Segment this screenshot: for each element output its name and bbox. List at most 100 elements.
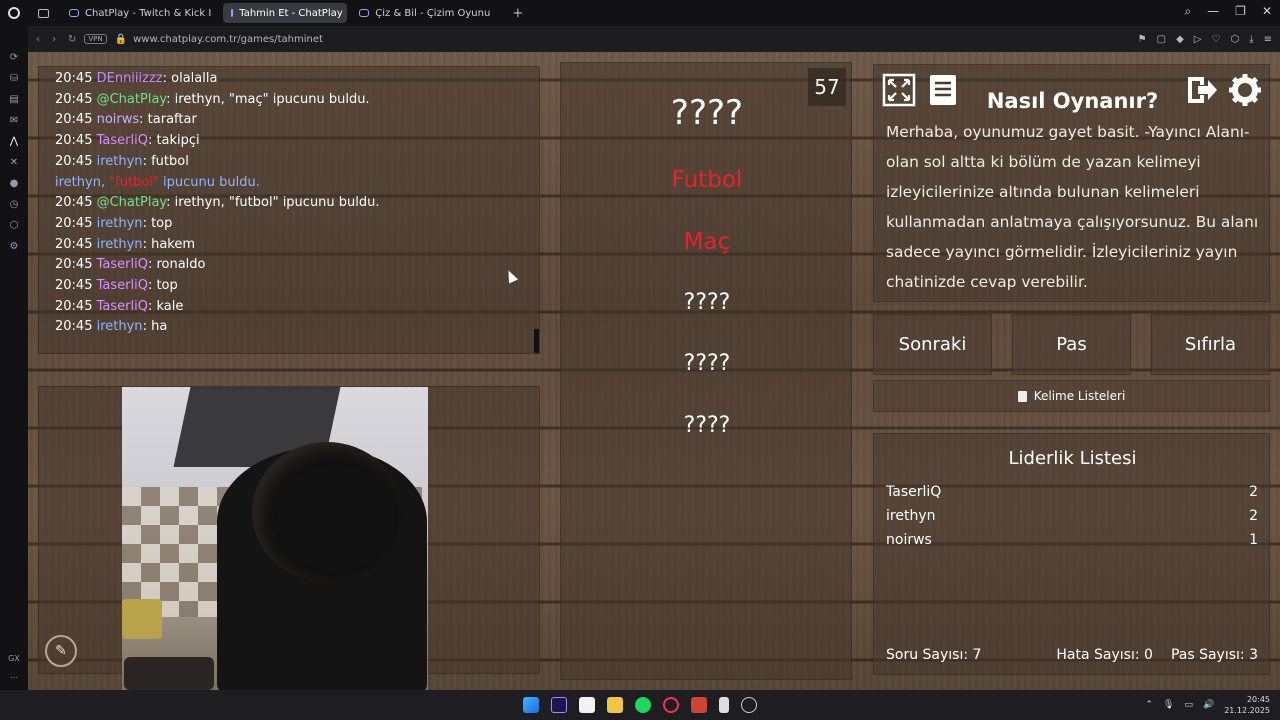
tab-ciz-bil[interactable]: Çiz & Bil - Çizim Oyunu (351, 3, 498, 23)
bookmark-icon[interactable]: ⚑ (1138, 34, 1147, 45)
document-icon (1017, 390, 1027, 402)
opera-gx-icon[interactable] (663, 697, 679, 713)
chat-scrollbar[interactable] (534, 329, 539, 353)
chat-username[interactable]: TaserliQ (97, 133, 148, 148)
app-icon[interactable] (691, 697, 707, 713)
word-lists-button[interactable]: Kelime Listeleri (873, 380, 1270, 412)
sidebar-music-icon[interactable]: ● (10, 178, 19, 189)
player-name: irethyn (886, 508, 936, 524)
tab-tahmin-et[interactable]: Tahmin Et - ChatPlay (223, 3, 348, 23)
file-explorer-icon[interactable] (607, 697, 623, 713)
address-bar: ‹ › ↻ VPN 🔒 www.chatplay.com.tr/games/ta… (28, 26, 1280, 52)
chatplay-favicon-icon (359, 9, 370, 17)
pass-button[interactable]: Pas (1012, 314, 1131, 375)
chat-time: 20:45 (55, 236, 93, 252)
chat-time: 20:45 (55, 133, 93, 149)
chat-username[interactable]: irethyn (97, 237, 143, 252)
chat-text: : top (142, 215, 173, 231)
url-field[interactable]: www.chatplay.com.tr/games/tahminet (133, 34, 323, 45)
premiere-icon[interactable] (551, 697, 567, 713)
system-tray: ⌃ 🎙 ▭ 🔊 20:45 21.12.2025 (1145, 690, 1270, 720)
chat-message: 20:45 @ChatPlay: irethyn, "maç" ipucunu … (55, 90, 523, 111)
reload-icon[interactable]: ↻ (68, 34, 76, 45)
snapshot-icon[interactable]: ▢ (1157, 34, 1166, 45)
more-icon[interactable]: ⋯ (10, 673, 18, 682)
new-tab-button[interactable]: + (512, 6, 523, 21)
chat-message: 20:45 noirws: taraftar (55, 110, 523, 131)
heart-icon[interactable]: ♡ (1211, 34, 1220, 45)
reset-button[interactable]: Sıfırla (1151, 314, 1270, 375)
app-icon[interactable] (579, 697, 595, 713)
chat-text: : ronaldo (147, 257, 206, 273)
maximize-icon[interactable]: ❐ (1235, 4, 1246, 19)
chat-username[interactable]: @ChatPlay (97, 195, 167, 210)
tab-chatplay[interactable]: ChatPlay - Twitch & Kick I (61, 3, 219, 23)
chevron-up-icon[interactable]: ⌃ (1145, 700, 1153, 710)
chat-username[interactable]: DEnniiizzz (97, 71, 163, 86)
chat-username[interactable]: irethyn (97, 216, 143, 231)
chat-username[interactable]: irethyn, (55, 175, 109, 190)
forward-icon[interactable]: › (52, 34, 56, 45)
hint-word: ???? (683, 413, 731, 438)
pencil-icon[interactable]: ✎ (45, 635, 77, 667)
chat-text: : irethyn, "futbol" ipucunu buldu. (166, 195, 380, 211)
chat-username[interactable]: irethyn (97, 319, 143, 334)
spotify-icon[interactable] (635, 697, 651, 713)
sidebar-news-icon[interactable]: ▤ (9, 94, 18, 105)
gx-label[interactable]: GX (8, 654, 20, 663)
clock[interactable]: 20:45 21.12.2025 (1224, 694, 1270, 716)
chat-username[interactable]: TaserliQ (97, 278, 148, 293)
settings-gear-icon[interactable] (1228, 73, 1262, 107)
leaderboard-row: TaserliQ 2 (886, 484, 1258, 500)
player-icon[interactable]: ▷ (1194, 34, 1202, 45)
chat-message: 20:45 TaserliQ: top (55, 276, 523, 297)
sidebar-messenger-icon[interactable]: ✉ (10, 115, 18, 126)
search-icon[interactable]: ⌕ (1184, 4, 1191, 19)
chat-text: : olalalla (162, 71, 218, 86)
shield-icon[interactable]: ◆ (1176, 34, 1184, 45)
chat-time: 20:45 (55, 298, 93, 314)
hint-word: ???? (683, 290, 731, 315)
chat-username[interactable]: irethyn (97, 154, 143, 169)
app-icon[interactable] (741, 697, 757, 713)
chat-username[interactable]: TaserliQ (97, 299, 148, 314)
hint-word: Maç (683, 229, 731, 255)
sidebar-history-icon[interactable]: ◷ (10, 199, 19, 210)
chat-username[interactable]: @ChatPlay (97, 92, 167, 107)
windows-start-icon[interactable] (523, 697, 539, 713)
sidebar-x-icon[interactable]: ✕ (10, 157, 18, 168)
network-icon[interactable]: ▭ (1184, 700, 1193, 710)
close-icon[interactable]: ✕ (1262, 4, 1272, 19)
menu-icon[interactable]: ≡ (1264, 34, 1272, 45)
chat-message: 20:45 irethyn: hakem (55, 235, 523, 256)
chat-username[interactable]: noirws (97, 112, 140, 127)
leaderboard-title: Liderlik Listesi (1008, 448, 1137, 469)
sidebar-bag-icon[interactable]: ⛁ (10, 73, 18, 84)
sidebar-extensions-icon[interactable]: ⬡ (10, 220, 19, 231)
app-icon[interactable] (719, 697, 729, 713)
taskbar: ⌃ 🎙 ▭ 🔊 20:45 21.12.2025 (0, 690, 1280, 720)
sidebar-ai-icon[interactable]: ⋀ (10, 136, 18, 147)
chat-time: 20:45 (55, 153, 93, 169)
player-name: TaserliQ (886, 484, 942, 500)
vpn-badge[interactable]: VPN (84, 34, 107, 44)
minimize-icon[interactable]: — (1207, 4, 1219, 19)
browser-sidebar: ⟳ ⛁ ▤ ✉ ⋀ ✕ ● ◷ ⬡ ⚙ GX ⋯ (0, 26, 28, 690)
tab-overview-icon[interactable] (38, 8, 49, 18)
microphone-icon[interactable]: 🎙 (1163, 700, 1174, 710)
chat-text: : kale (147, 298, 184, 314)
extensions-icon[interactable]: ⬡ (1230, 34, 1239, 45)
back-icon[interactable]: ‹ (36, 34, 40, 45)
download-icon[interactable]: ⤓ (1249, 34, 1253, 45)
exit-icon[interactable] (1184, 73, 1218, 107)
next-button[interactable]: Sonraki (873, 314, 992, 375)
chat-message: 20:45 irethyn: futbol (55, 152, 523, 173)
sidebar-speed-dial-icon[interactable]: ⟳ (10, 52, 18, 63)
volume-icon[interactable]: 🔊 (1203, 700, 1214, 710)
game-page: 20:45 DEnniiizzz: olalalla 20:45 @ChatPla… (28, 52, 1280, 690)
sidebar-settings-icon[interactable]: ⚙ (10, 241, 19, 252)
opera-logo-icon[interactable] (8, 7, 20, 19)
chat-username[interactable]: TaserliQ (97, 257, 148, 272)
tab-label: Tahmin Et - ChatPlay (239, 7, 343, 19)
leaderboard-row: irethyn 2 (886, 508, 1258, 524)
